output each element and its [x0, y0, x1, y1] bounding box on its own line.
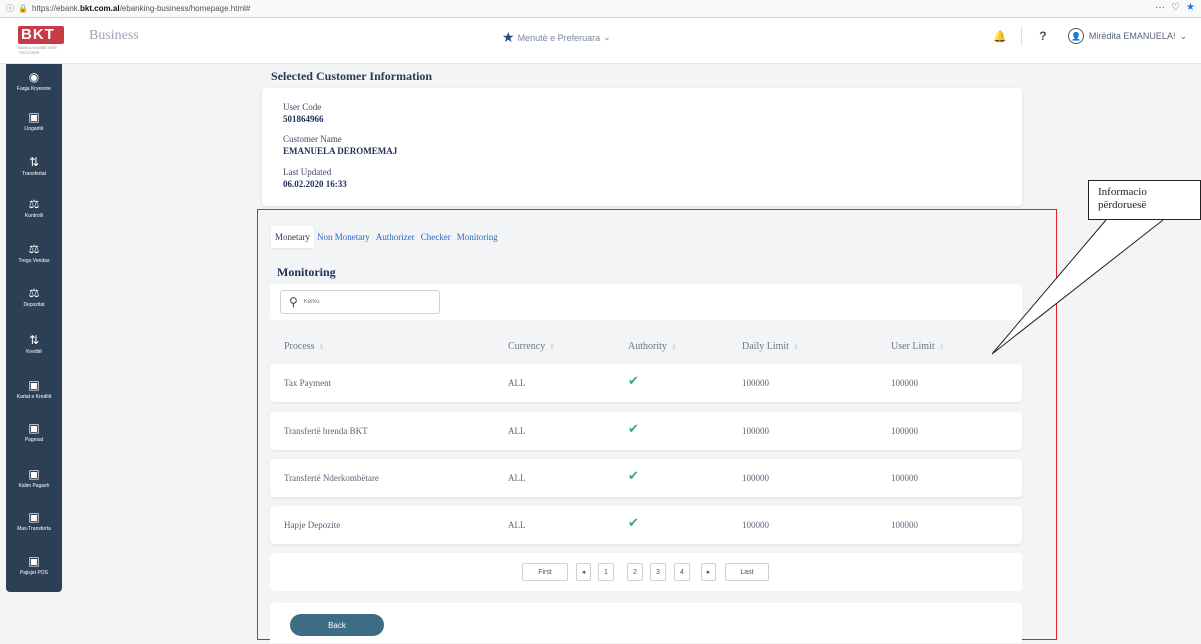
pagination: First ◂ 1 2 3 4 ▸ Last [270, 553, 1022, 591]
table-row[interactable]: Transfertë brenda BKT ALL ✔ 100000 10000… [270, 412, 1022, 450]
callout-box: Informacio përdoruesë [1088, 180, 1201, 220]
favorites-menu[interactable]: ★ Menutë e Preferuara ⌄ [502, 29, 611, 46]
pager-first-button[interactable]: First [522, 563, 568, 581]
pager-last-button[interactable]: Last [725, 563, 769, 581]
credit-icon: ⇅ [28, 333, 40, 347]
payment-icon: ▣ [28, 421, 40, 435]
back-button[interactable]: Back [290, 614, 384, 636]
sidebar-item-credit-cards[interactable]: ▣ Kartat e Kreditit [6, 378, 62, 400]
tab-non-monetary[interactable]: Non Monetary [314, 226, 373, 248]
app-header: BKT BANKA KOMBETARE TREGTARE Business ★ … [0, 18, 1201, 64]
check-icon: ✔ [628, 516, 639, 531]
divider [1020, 26, 1022, 46]
search-box[interactable]: ⚲ [280, 290, 440, 314]
callout-line-2: përdoruesë [1098, 199, 1147, 211]
sidebar-item-market[interactable]: ⚖ Tregu Vendas [6, 242, 62, 264]
sort-icon: ⇕ [938, 343, 945, 351]
col-process[interactable]: Process ⇕ [284, 341, 324, 352]
pager-page-3[interactable]: 3 [650, 563, 666, 581]
check-icon: ✔ [628, 422, 639, 437]
search-icon: ⚲ [289, 295, 298, 309]
card-icon: ▣ [28, 378, 40, 392]
browser-url-bar[interactable]: ⓘ 🔒 https://ebank.bkt.com.al/ebanking-bu… [0, 0, 1201, 18]
star-icon: ★ [502, 29, 515, 45]
sort-icon: ⇕ [318, 343, 325, 351]
sort-icon: ⇕ [549, 343, 556, 351]
chevron-down-icon[interactable]: ⌄ [1179, 31, 1187, 42]
sidebar-item-transfers[interactable]: ⇅ Transfertat [6, 155, 62, 177]
sidebar-item-payments[interactable]: ▣ Pagesat [6, 421, 62, 443]
pager-page-1[interactable]: 1 [598, 563, 614, 581]
pager-page-2[interactable]: 2 [627, 563, 643, 581]
last-updated-field: Last Updated 06.02.2020 16:33 [283, 167, 347, 189]
sidebar-item-accounts[interactable]: ▣ Llogaritë [6, 110, 62, 132]
user-greeting[interactable]: Mirëdita EMANUELA! [1089, 31, 1176, 41]
sidebar-item-control[interactable]: ⚖ Kontrolli [6, 197, 62, 219]
bkt-logo[interactable]: BKT BANKA KOMBETARE TREGTARE [18, 26, 64, 55]
back-card: Back [270, 603, 1022, 643]
transfer-icon: ⇅ [28, 155, 40, 169]
help-button[interactable]: ? [1028, 29, 1058, 43]
favorites-label: Menutë e Preferuara [517, 32, 601, 43]
accounts-icon: ▣ [28, 110, 40, 124]
tab-bar: Monetary Non Monetary Authorizer Checker… [271, 226, 501, 248]
ellipsis-icon[interactable]: ··· [1155, 2, 1165, 13]
section-heading: Monitoring [277, 265, 336, 279]
sidebar: ◉ Faqja Kryesore ▣ Llogaritë ⇅ Transfertat … [6, 64, 62, 592]
info-icon[interactable]: ⓘ [6, 3, 14, 14]
tab-checker[interactable]: Checker [418, 226, 454, 248]
search-card: ⚲ [270, 284, 1022, 320]
market-icon: ⚖ [28, 242, 40, 256]
tab-monitoring[interactable]: Monitoring [454, 226, 501, 248]
col-authority[interactable]: Authority ⇕ [628, 341, 677, 352]
col-daily-limit[interactable]: Daily Limit ⇕ [742, 341, 799, 352]
brand-subtitle: Business [89, 28, 139, 43]
mass-transfer-icon: ▣ [28, 510, 40, 524]
pager-prev-button[interactable]: ◂ [576, 563, 591, 581]
table-header: Process ⇕ Currency ⇕ Authority ⇕ Daily Limi… [270, 337, 1022, 359]
customer-info-card: User Code 501864966 Customer Name EMANUE… [262, 88, 1022, 206]
sidebar-item-mass-transfer[interactable]: ▣ Mas-Transferta [6, 510, 62, 532]
sidebar-item-home[interactable]: ◉ Faqja Kryesore [6, 70, 62, 92]
customer-name-field: Customer Name EMANUELA DEROMEMAJ [283, 134, 398, 156]
table-row[interactable]: Transfertë Nderkombëtare ALL ✔ 100000 10… [270, 459, 1022, 497]
bell-icon[interactable]: 🔔 [985, 30, 1015, 43]
payroll-icon: ▣ [28, 467, 40, 481]
sidebar-item-credits[interactable]: ⇅ Kreditë [6, 333, 62, 355]
sidebar-item-payroll[interactable]: ▣ Kalim Pagash [6, 467, 62, 489]
search-input[interactable] [303, 299, 424, 305]
deposit-icon: ⚖ [28, 286, 40, 300]
table-row[interactable]: Hapje Depozite ALL ✔ 100000 100000 [270, 506, 1022, 544]
url-text[interactable]: https://ebank.bkt.com.al/ebanking-busine… [32, 4, 250, 13]
sidebar-item-pos[interactable]: ▣ Pajisjet POS [6, 554, 62, 576]
chevron-down-icon: ⌄ [603, 32, 611, 42]
sidebar-item-deposits[interactable]: ⚖ Depozitat [6, 286, 62, 308]
check-icon: ✔ [628, 374, 639, 389]
control-icon: ⚖ [28, 197, 40, 211]
pos-icon: ▣ [28, 554, 40, 568]
col-currency[interactable]: Currency ⇕ [508, 341, 555, 352]
tab-authorizer[interactable]: Authorizer [373, 226, 418, 248]
pager-next-button[interactable]: ▸ [701, 563, 716, 581]
sort-icon: ⇕ [792, 343, 799, 351]
tab-monetary[interactable]: Monetary [271, 226, 314, 248]
page-title: Selected Customer Information [271, 69, 433, 83]
callout-line-1: Informacio [1098, 186, 1147, 198]
lock-icon: 🔒 [18, 4, 28, 13]
home-icon: ◉ [28, 70, 40, 84]
pager-page-4[interactable]: 4 [674, 563, 690, 581]
pocket-icon[interactable]: ♡ [1171, 2, 1180, 13]
col-user-limit[interactable]: User Limit ⇕ [891, 341, 944, 352]
check-icon: ✔ [628, 469, 639, 484]
star-icon[interactable]: ★ [1186, 2, 1195, 13]
user-code-field: User Code 501864966 [283, 102, 324, 124]
table-row[interactable]: Tax Payment ALL ✔ 100000 100000 [270, 364, 1022, 402]
avatar[interactable]: 👤 [1067, 28, 1084, 44]
sort-icon: ⇕ [670, 343, 677, 351]
